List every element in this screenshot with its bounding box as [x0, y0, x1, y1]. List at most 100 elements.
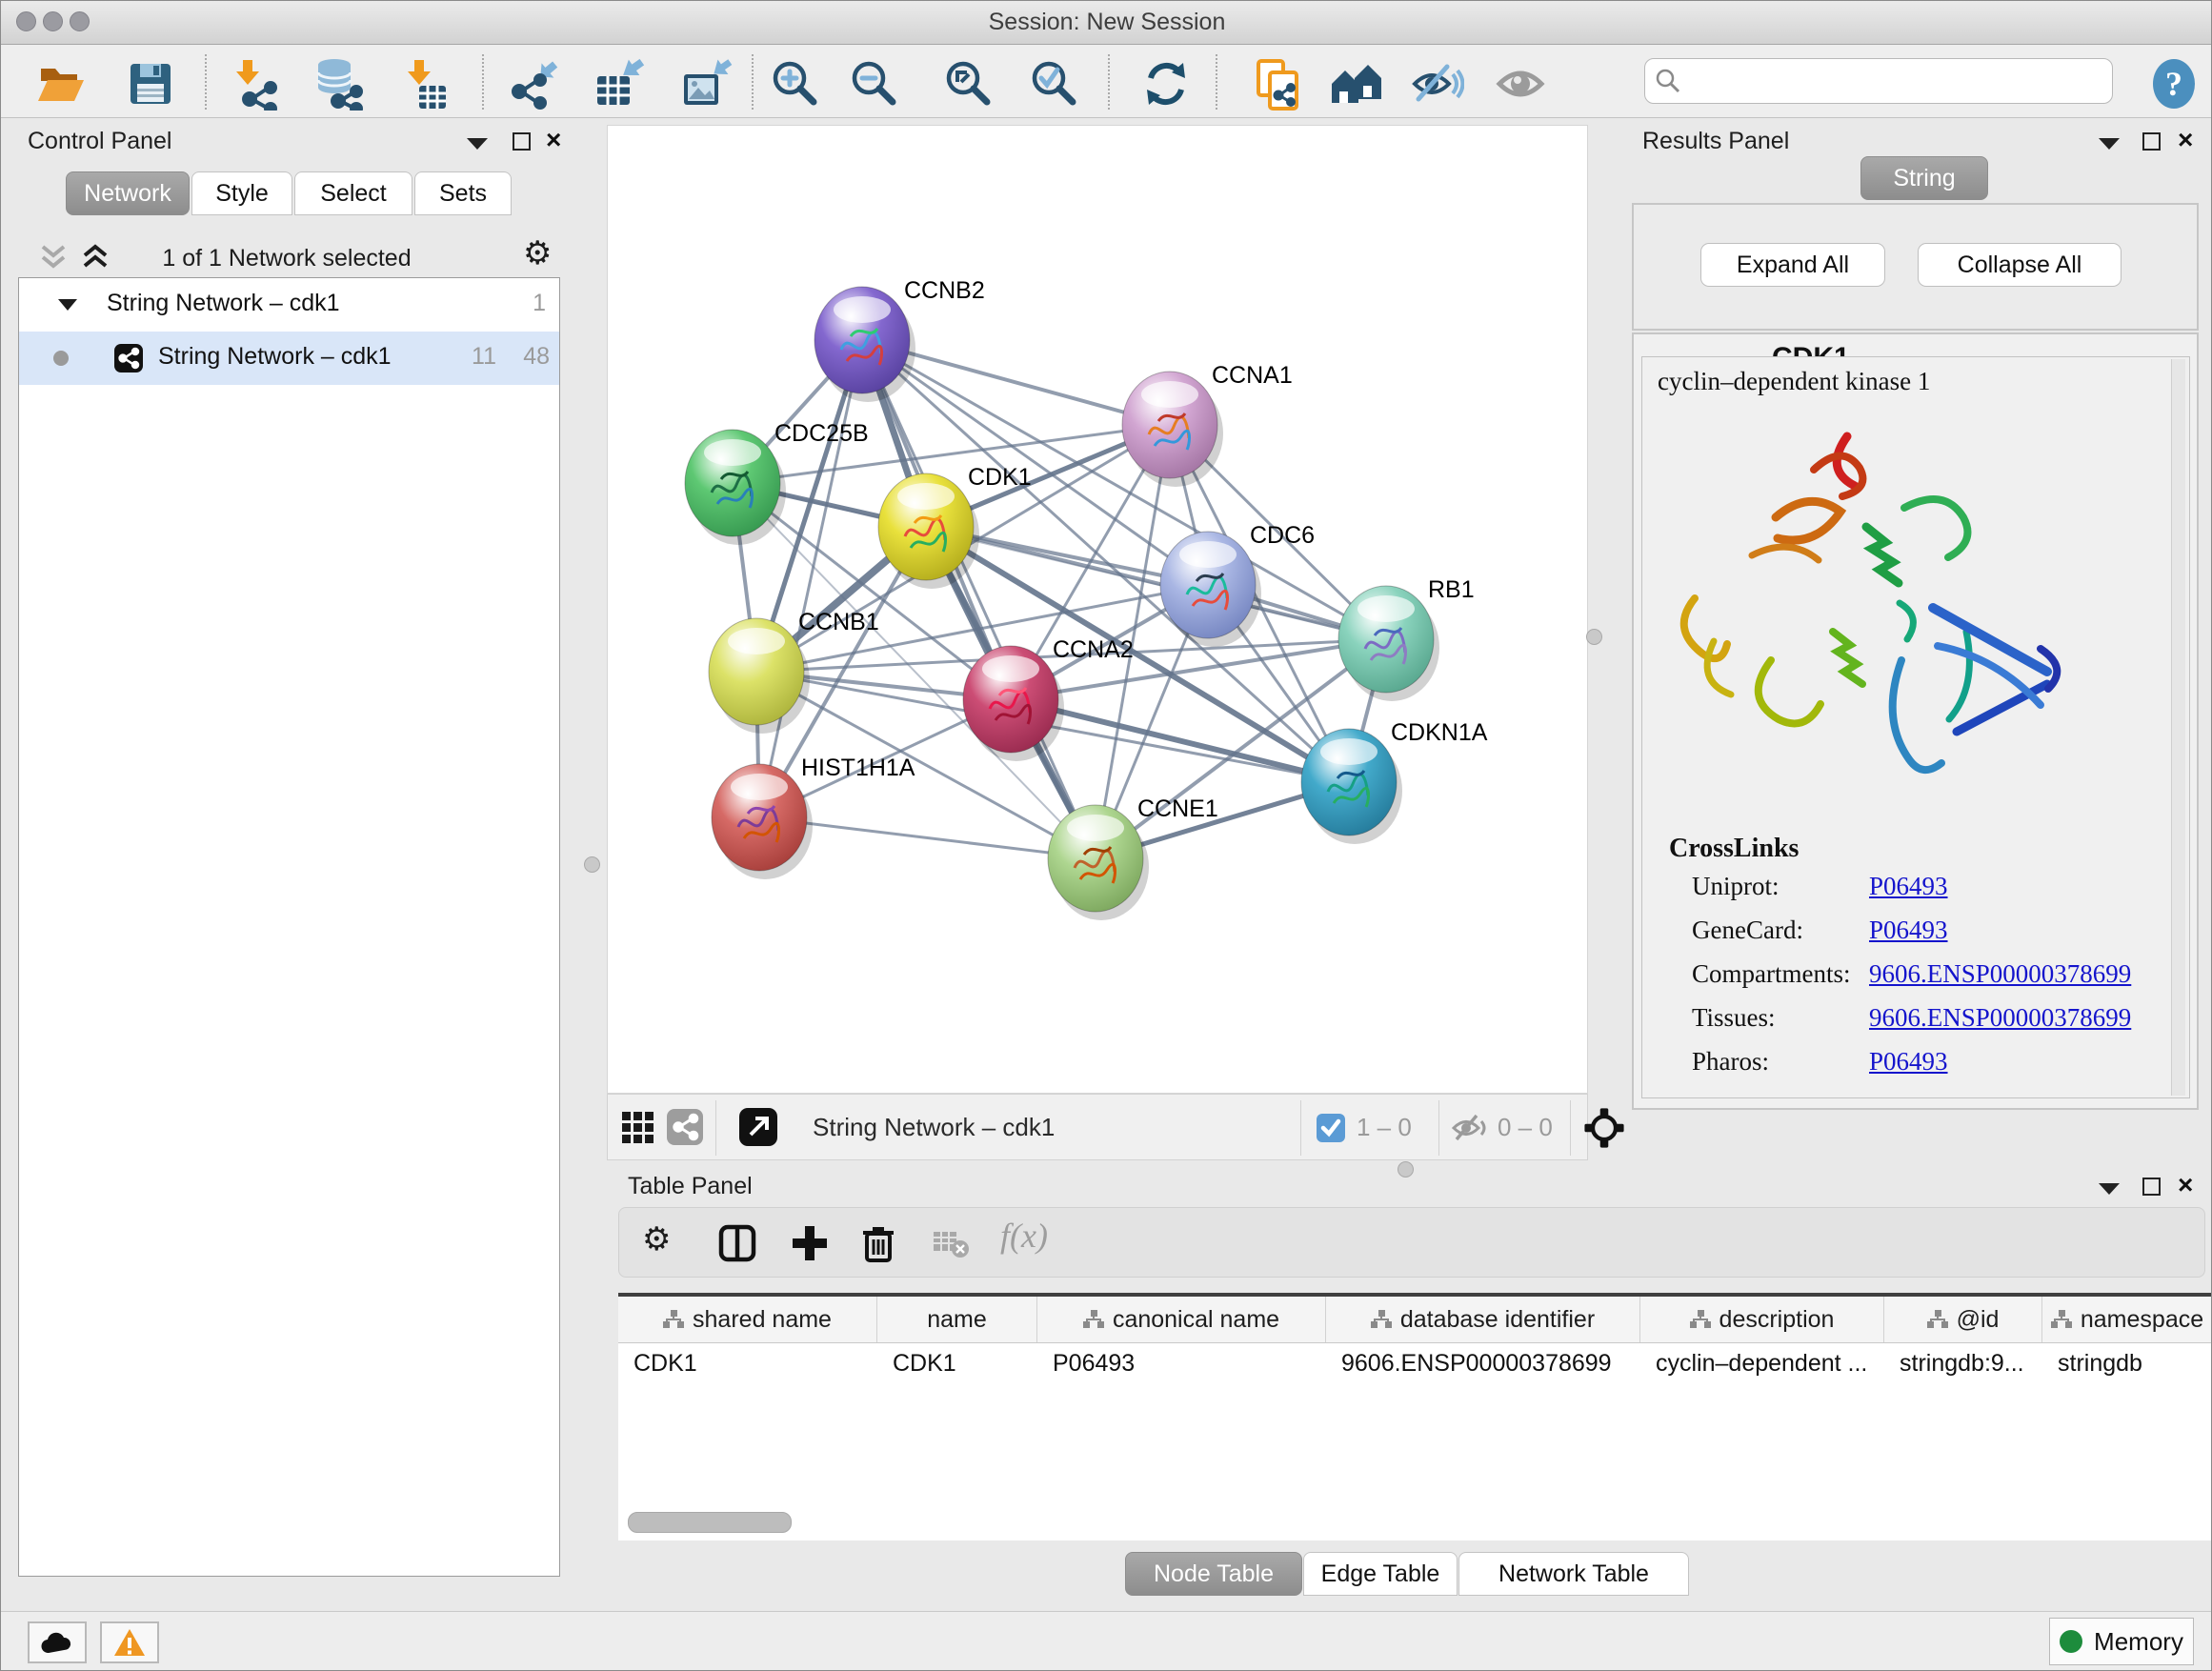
crosslink-link[interactable]: 9606.ENSP00000378699	[1869, 959, 2131, 989]
column-header-description[interactable]: description	[1640, 1297, 1884, 1342]
birdseye-navigator-icon[interactable]	[1581, 1105, 1627, 1151]
string-network-graph[interactable]: CCNB2CCNA1CDC25BCDK1CDC6RB1CCNB1CCNA2CDK…	[608, 126, 1587, 1093]
tab-node-table[interactable]: Node Table	[1125, 1552, 1302, 1596]
tab-network-table[interactable]: Network Table	[1458, 1552, 1689, 1596]
crosslink-link[interactable]: P06493	[1869, 1047, 1948, 1077]
zoom-fit-icon[interactable]	[942, 57, 995, 111]
column-header-databaseidentifier[interactable]: database identifier	[1326, 1297, 1640, 1342]
control-panel-close-icon[interactable]: ×	[546, 125, 561, 155]
node-RB1[interactable]: RB1	[1338, 576, 1475, 701]
export-table-icon[interactable]	[593, 57, 646, 111]
tab-string[interactable]: String	[1860, 156, 1988, 200]
network-options-gear-icon[interactable]: ⚙	[523, 237, 552, 270]
collapse-all-button[interactable]: Collapse All	[1918, 243, 2122, 287]
left-splitter-handle[interactable]	[584, 856, 600, 873]
table-cell[interactable]: CDK1	[618, 1343, 877, 1385]
tab-network[interactable]: Network	[66, 171, 190, 215]
network-view-toolbar: String Network – cdk1 1 – 0 0 – 0	[607, 1094, 1588, 1160]
zoom-in-icon[interactable]	[769, 57, 822, 111]
node-CCNB1[interactable]: CCNB1	[709, 609, 879, 734]
tree-expander-icon[interactable]	[57, 297, 78, 312]
cloud-button[interactable]	[28, 1621, 87, 1663]
bottom-splitter-handle[interactable]	[1398, 1161, 1414, 1178]
crosslink-link[interactable]: P06493	[1869, 872, 1948, 901]
table-panel-float-icon[interactable]	[2142, 1178, 2161, 1196]
grid-view-icon[interactable]	[621, 1111, 655, 1145]
node-label-CCNB1: CCNB1	[798, 609, 879, 635]
network-row[interactable]: String Network – cdk1 11 48	[19, 332, 559, 385]
open-session-icon[interactable]	[34, 57, 88, 111]
node-CCNE1[interactable]: CCNE1	[1048, 795, 1218, 920]
table-options-gear-icon[interactable]: ⚙	[642, 1223, 671, 1256]
column-header-namespace[interactable]: namespace	[2042, 1297, 2212, 1342]
warnings-button[interactable]	[100, 1621, 159, 1663]
expand-all-button[interactable]: Expand All	[1700, 243, 1885, 287]
zoom-out-icon[interactable]	[848, 57, 901, 111]
table-panel-title: Table Panel	[628, 1173, 753, 1200]
table-panel-close-icon[interactable]: ×	[2178, 1170, 2193, 1200]
control-panel-collapse-icon[interactable]	[465, 134, 490, 151]
node-CCNA1[interactable]: CCNA1	[1122, 362, 1293, 487]
help-icon[interactable]: ?	[2147, 57, 2201, 111]
crosslink-link[interactable]: P06493	[1869, 916, 1948, 945]
import-network-file-icon[interactable]	[227, 57, 280, 111]
table-cell[interactable]: CDK1	[877, 1343, 1037, 1385]
table-cell[interactable]: cyclin–dependent ...	[1640, 1343, 1884, 1385]
export-network-icon[interactable]	[506, 57, 559, 111]
footer-separator	[1438, 1100, 1439, 1156]
delete-column-icon[interactable]	[859, 1224, 897, 1262]
control-panel-float-icon[interactable]	[513, 132, 531, 151]
tab-select[interactable]: Select	[294, 171, 412, 215]
results-vertical-scrollbar[interactable]	[2171, 359, 2185, 1096]
results-panel-collapse-icon[interactable]	[2097, 134, 2122, 151]
show-all-icon[interactable]	[1496, 57, 1549, 111]
search-input[interactable]	[1644, 58, 2113, 104]
results-panel-close-icon[interactable]: ×	[2178, 125, 2193, 155]
column-header-sharedname[interactable]: shared name	[618, 1297, 877, 1342]
table-horizontal-scrollbar[interactable]	[628, 1512, 792, 1533]
network-tree: String Network – cdk1 1 String Network –…	[18, 277, 560, 1577]
selected-checkbox-icon[interactable]	[1317, 1114, 1345, 1142]
tab-edge-table[interactable]: Edge Table	[1303, 1552, 1458, 1596]
memory-button[interactable]: Memory	[2049, 1618, 2194, 1665]
import-network-database-icon[interactable]	[312, 57, 365, 111]
node-CCNA2[interactable]: CCNA2	[963, 636, 1134, 761]
node-CDK1[interactable]: CDK1	[878, 464, 1032, 589]
node-CCNB2[interactable]: CCNB2	[814, 277, 985, 402]
table-panel-collapse-icon[interactable]	[2097, 1179, 2122, 1197]
import-table-file-icon[interactable]	[398, 57, 452, 111]
export-image-icon[interactable]	[679, 57, 733, 111]
network-share-view-icon[interactable]	[667, 1109, 703, 1145]
table-cell[interactable]: stringdb:9...	[1884, 1343, 2042, 1385]
results-panel-float-icon[interactable]	[2142, 132, 2161, 151]
node-CDC25B[interactable]: CDC25B	[685, 420, 869, 545]
crosslink-link[interactable]: 9606.ENSP00000378699	[1869, 1003, 2131, 1033]
table-row[interactable]: CDK1CDK1P064939606.ENSP00000378699cyclin…	[618, 1343, 2212, 1385]
open-in-window-icon[interactable]	[739, 1108, 777, 1146]
edge-CCNB2-HIST1H1A[interactable]	[759, 340, 862, 817]
memory-label: Memory	[2094, 1627, 2183, 1657]
node-HIST1H1A[interactable]: HIST1H1A	[712, 755, 915, 879]
toolbar-separator	[205, 54, 207, 110]
right-splitter-handle[interactable]	[1586, 629, 1602, 645]
duplicate-network-icon[interactable]	[1251, 57, 1304, 111]
network-collection-row[interactable]: String Network – cdk1 1	[19, 278, 559, 332]
column-header-id[interactable]: @id	[1884, 1297, 2042, 1342]
node-CDKN1A[interactable]: CDKN1A	[1301, 719, 1488, 844]
hide-selected-icon[interactable]	[1411, 57, 1464, 111]
add-column-icon[interactable]	[791, 1224, 829, 1262]
table-cell[interactable]: 9606.ENSP00000378699	[1326, 1343, 1640, 1385]
table-cell[interactable]: P06493	[1037, 1343, 1326, 1385]
tab-sets[interactable]: Sets	[414, 171, 512, 215]
network-canvas[interactable]: CCNB2CCNA1CDC25BCDK1CDC6RB1CCNB1CCNA2CDK…	[607, 125, 1588, 1094]
show-columns-icon[interactable]	[718, 1224, 756, 1262]
zoom-selected-icon[interactable]	[1028, 57, 1081, 111]
tab-style[interactable]: Style	[191, 171, 292, 215]
first-neighbors-icon[interactable]	[1330, 57, 1383, 111]
refresh-view-icon[interactable]	[1139, 57, 1193, 111]
save-session-icon[interactable]	[124, 57, 177, 111]
table-toolbar: ⚙ f(x)	[618, 1207, 2205, 1278]
column-header-canonicalname[interactable]: canonical name	[1037, 1297, 1326, 1342]
column-header-name[interactable]: name	[877, 1297, 1037, 1342]
table-cell[interactable]: stringdb	[2042, 1343, 2212, 1385]
